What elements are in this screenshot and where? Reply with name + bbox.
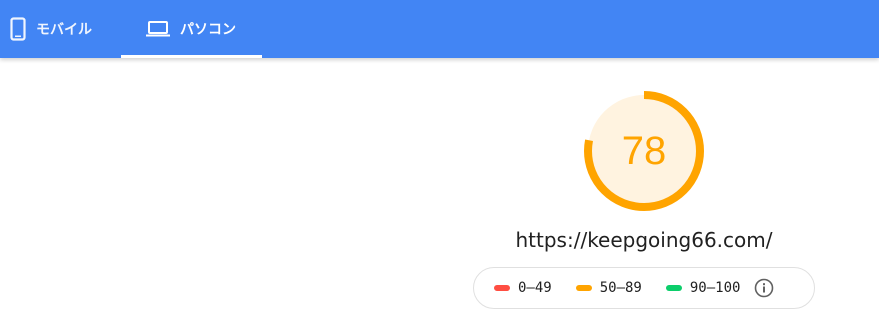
legend-range-average: 50–89: [599, 280, 642, 296]
performance-score-value: 78: [621, 128, 667, 173]
tab-desktop-label: パソコン: [180, 21, 236, 37]
legend-swatch-pass: [665, 285, 682, 291]
legend-swatch-fail: [494, 285, 510, 291]
legend-item-average: 50–89: [575, 280, 642, 296]
legend-range-pass: 90–100: [689, 280, 741, 296]
tab-mobile[interactable]: モバイル: [0, 0, 121, 58]
tab-mobile-label: モバイル: [36, 21, 92, 37]
device-tab-bar: モバイル パソコン: [0, 0, 879, 58]
smartphone-icon: [10, 17, 26, 41]
tab-active-indicator: [121, 55, 262, 58]
tested-url: https://keepgoing66.com/: [515, 228, 773, 252]
legend-swatch-average: [575, 285, 592, 291]
laptop-icon: [146, 20, 170, 38]
legend-range-fail: 0–49: [518, 280, 552, 296]
legend-item-fail: 0–49: [494, 280, 552, 296]
score-legend: 0–49 50–89 90–100: [473, 267, 815, 309]
legend-item-pass: 90–100: [665, 280, 741, 296]
performance-score-gauge: 78: [583, 90, 705, 212]
tab-desktop[interactable]: パソコン: [121, 0, 262, 58]
info-icon[interactable]: [754, 278, 774, 298]
